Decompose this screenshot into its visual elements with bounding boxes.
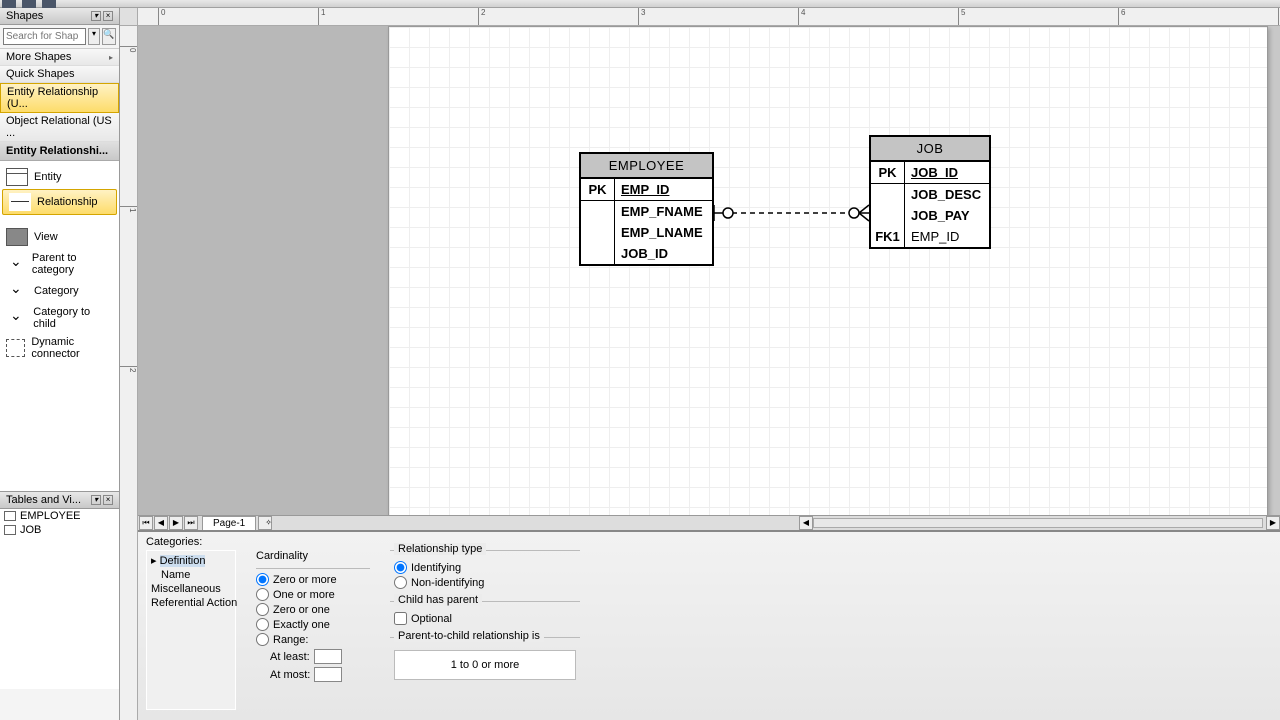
relationship-type-group: Relationship type Identifying Non-identi… [390, 550, 580, 595]
entity-field: EMP_FNAME [615, 201, 712, 222]
cardinality-group: Cardinality Zero or more One or more Zer… [248, 550, 378, 710]
parent-to-child-group: Parent-to-child relationship is 1 to 0 o… [390, 637, 580, 684]
cardinality-range[interactable]: Range: [256, 633, 370, 646]
tree-item[interactable]: Referential Action [151, 596, 231, 610]
titlebar-strip [0, 0, 1280, 8]
stencil-entity-relationship[interactable]: Entity Relationship (U... [0, 83, 119, 113]
ruler-horizontal: 0 1 2 3 4 5 6 7 [138, 8, 1280, 26]
page-tabs-bar: ⏮ ◀ ▶ ⏭ Page-1 ✧ ◀▶ [138, 515, 1280, 530]
canvas-viewport[interactable]: EMPLOYEE PK EMP_ID EMP_FNAME EMP_LNAME J… [138, 26, 1280, 515]
shape-search-go-icon[interactable]: 🔍 [102, 28, 116, 45]
add-page-tab[interactable]: ✧ [258, 516, 272, 530]
fk-label: FK1 [871, 226, 905, 247]
tab-nav-prev[interactable]: ◀ [154, 516, 168, 530]
shape-search-input[interactable] [3, 28, 86, 45]
shapes-panel-title: Shapes [6, 10, 43, 22]
panel-pin-icon[interactable]: ▾ [91, 495, 101, 505]
shape-item-dynamic-connector[interactable]: Dynamic connector [0, 333, 119, 363]
drawing-page[interactable]: EMPLOYEE PK EMP_ID EMP_FNAME EMP_LNAME J… [388, 26, 1268, 515]
child-has-parent-group: Child has parent Optional [390, 601, 580, 631]
ruler-vertical: 0 1 2 [120, 26, 138, 720]
entity-title: EMPLOYEE [581, 154, 712, 179]
categories-label: Categories: [146, 536, 1272, 548]
ruler-corner [120, 8, 138, 26]
cardinality-legend: Cardinality [252, 550, 312, 562]
range-at-most-input[interactable] [314, 667, 342, 682]
pk-field: EMP_ID [615, 179, 712, 200]
cardinality-exactly-one[interactable]: Exactly one [256, 618, 370, 631]
shape-item-entity[interactable]: Entity [0, 165, 119, 189]
shapes-panel: Shapes ▾ × ▾ 🔍 More Shapes ▸ Quick Shape… [0, 8, 120, 720]
tab-nav-first[interactable]: ⏮ [139, 516, 153, 530]
tables-panel-title: Tables and Vi... [6, 494, 81, 506]
stencil-quick-shapes[interactable]: Quick Shapes [0, 66, 119, 83]
page-tab[interactable]: Page-1 [202, 516, 256, 531]
shape-item-category[interactable]: Category [0, 279, 119, 303]
range-at-least-input[interactable] [314, 649, 342, 664]
parent-to-category-icon [6, 255, 26, 273]
table-icon [4, 511, 16, 521]
chevron-right-icon: ▸ [109, 53, 113, 62]
panel-close-icon[interactable]: × [103, 11, 113, 21]
panel-close-icon[interactable]: × [103, 495, 113, 505]
shape-item-parent-to-category[interactable]: Parent to category [0, 249, 119, 279]
reltype-identifying[interactable]: Identifying [394, 561, 576, 574]
stencil-object-relational[interactable]: Object Relational (US ... [0, 113, 119, 142]
shape-search-bar: ▾ 🔍 [0, 25, 119, 49]
entity-employee[interactable]: EMPLOYEE PK EMP_ID EMP_FNAME EMP_LNAME J… [579, 152, 714, 266]
properties-panel: Categories: ▸ Definition Name Miscellane… [120, 530, 1280, 720]
relationship-connector[interactable] [714, 205, 869, 221]
shape-items-list: Entity Relationship View Parent to categ… [0, 161, 119, 491]
entity-field: JOB_PAY [905, 205, 989, 226]
tables-panel-header: Tables and Vi... ▾ × [0, 492, 119, 509]
horizontal-scrollbar[interactable]: ◀▶ [272, 516, 1280, 530]
shape-search-dropdown[interactable]: ▾ [88, 28, 100, 45]
table-item-job[interactable]: JOB [0, 523, 119, 537]
drawing-area: 0 1 2 3 4 5 6 7 0 1 2 EMPLOYEE PK EMP_ID [120, 8, 1280, 720]
stencil-more-shapes[interactable]: More Shapes ▸ [0, 49, 119, 66]
cardinality-one-or-more[interactable]: One or more [256, 588, 370, 601]
tables-list: EMPLOYEE JOB [0, 509, 119, 689]
entity-icon [6, 168, 28, 186]
cardinality-zero-or-more[interactable]: Zero or more [256, 573, 370, 586]
parent-to-child-value: 1 to 0 or more [394, 650, 576, 680]
tab-nav-last[interactable]: ⏭ [184, 516, 198, 530]
tree-item[interactable]: Miscellaneous [151, 582, 231, 596]
active-stencil-title: Entity Relationshi... [0, 142, 119, 161]
category-icon [6, 282, 28, 300]
table-item-employee[interactable]: EMPLOYEE [0, 509, 119, 523]
table-icon [4, 525, 16, 535]
relationship-icon [9, 193, 31, 211]
reltype-non-identifying[interactable]: Non-identifying [394, 576, 576, 589]
panel-pin-icon[interactable]: ▾ [91, 11, 101, 21]
entity-field: EMP_ID [905, 226, 989, 247]
pk-label: PK [581, 179, 615, 200]
tree-item[interactable]: Definition [160, 555, 206, 567]
cardinality-zero-or-one[interactable]: Zero or one [256, 603, 370, 616]
dynamic-connector-icon [6, 339, 25, 357]
shape-item-relationship[interactable]: Relationship [2, 189, 117, 215]
tree-item[interactable]: Name [151, 568, 231, 582]
tab-nav-next[interactable]: ▶ [169, 516, 183, 530]
entity-field: JOB_DESC [905, 184, 989, 205]
child-optional-checkbox[interactable]: Optional [394, 612, 576, 625]
entity-field: JOB_ID [615, 243, 712, 264]
entity-field: EMP_LNAME [615, 222, 712, 243]
view-icon [6, 228, 28, 246]
shape-item-view[interactable]: View [0, 225, 119, 249]
shapes-panel-header: Shapes ▾ × [0, 8, 119, 25]
pk-label: PK [871, 162, 905, 183]
tables-panel: Tables and Vi... ▾ × EMPLOYEE JOB [0, 491, 119, 689]
entity-job[interactable]: JOB PK JOB_ID JOB_DESC JOB_PAY FK1EMP_ID [869, 135, 991, 249]
category-to-child-icon [6, 309, 27, 327]
categories-tree[interactable]: ▸ Definition Name Miscellaneous Referent… [146, 550, 236, 710]
entity-title: JOB [871, 137, 989, 162]
pk-field: JOB_ID [905, 162, 989, 183]
shape-item-category-to-child[interactable]: Category to child [0, 303, 119, 333]
stencil-list: More Shapes ▸ Quick Shapes Entity Relati… [0, 49, 119, 142]
